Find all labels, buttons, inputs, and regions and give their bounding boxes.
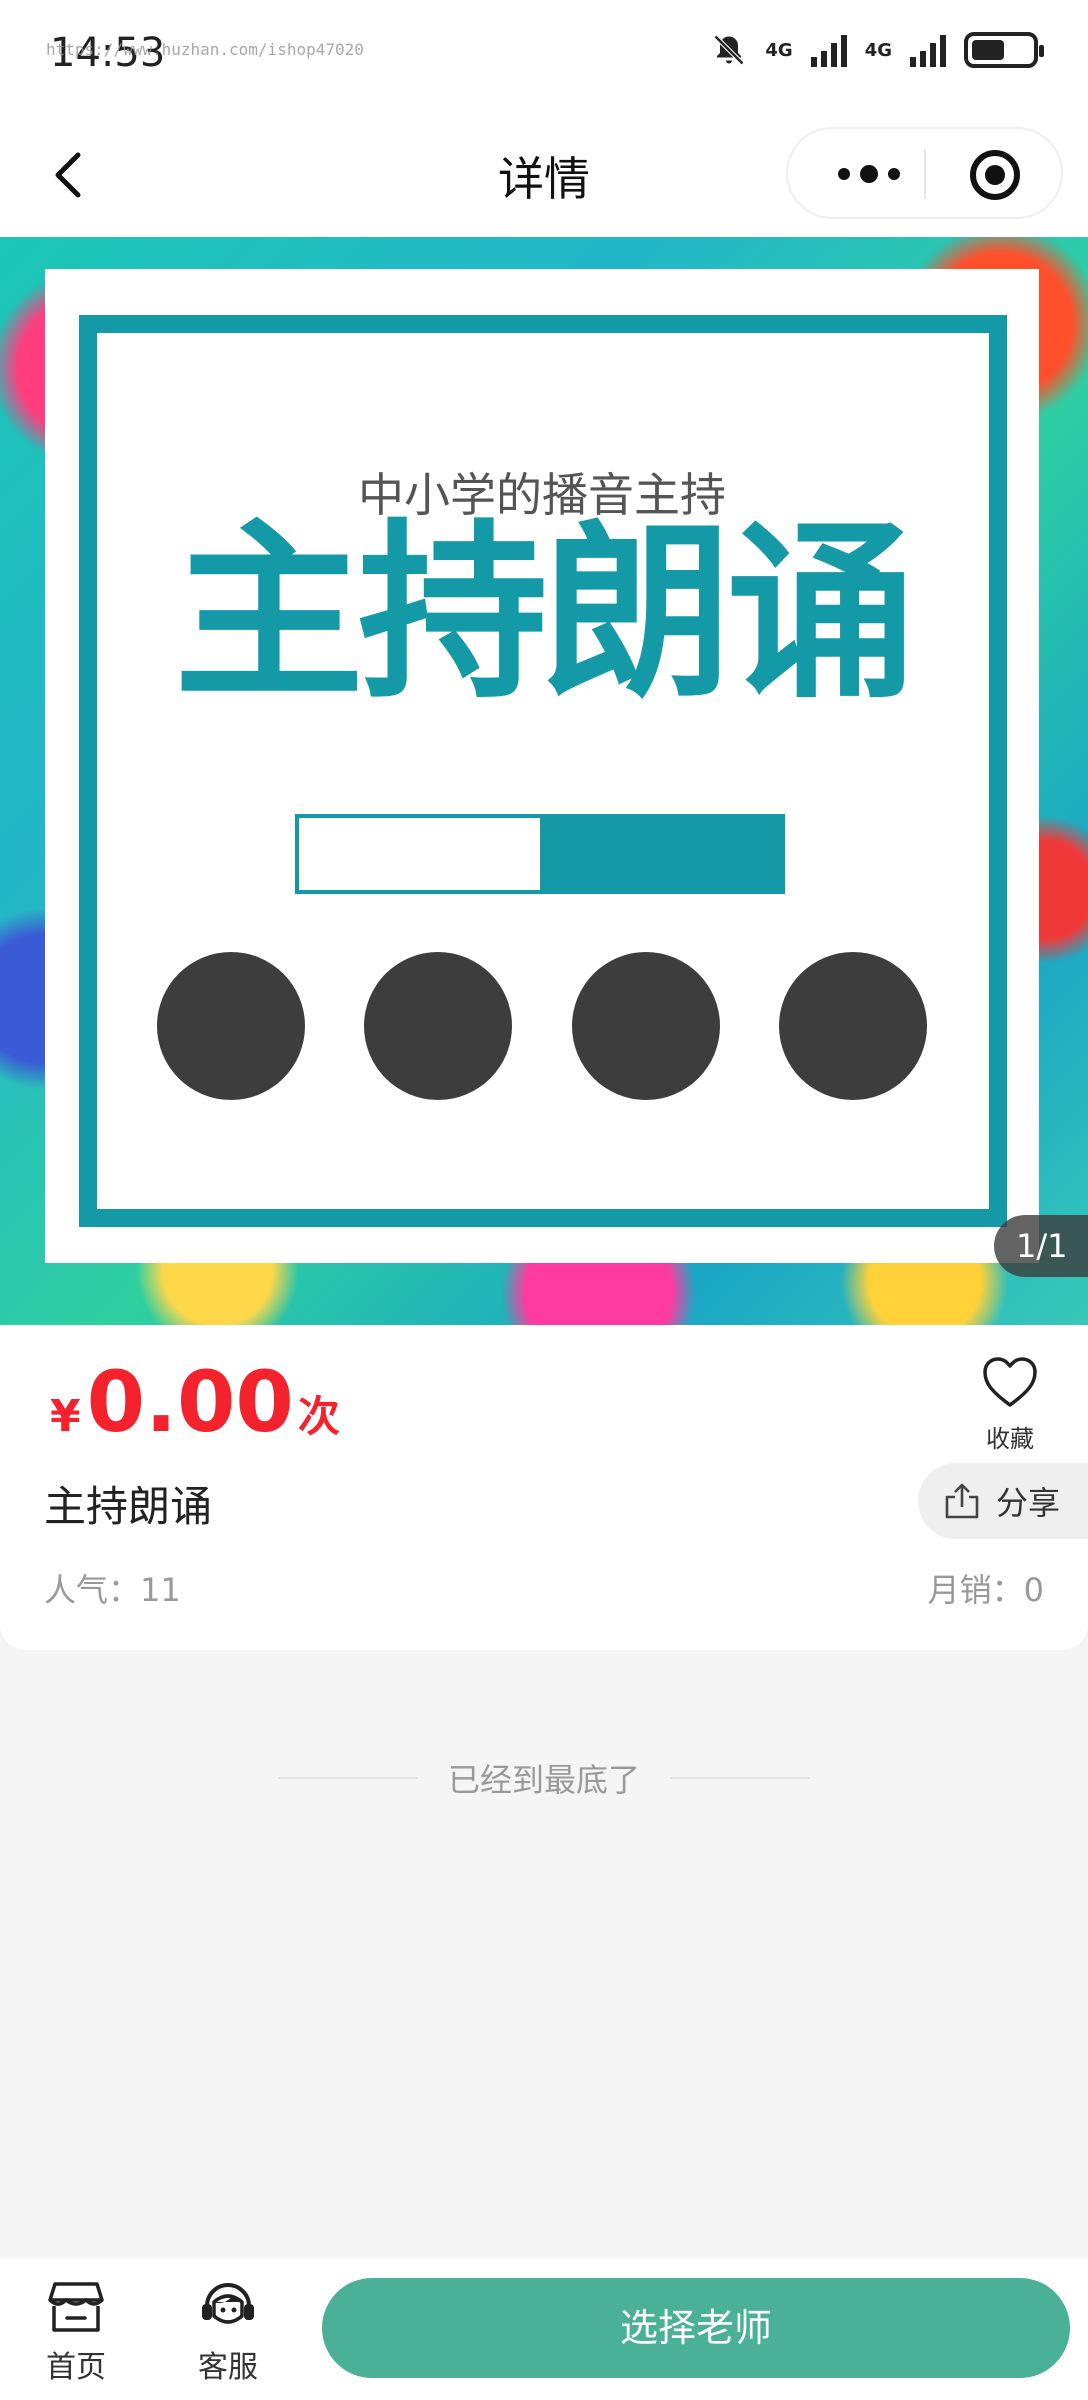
favorite-label: 收藏 bbox=[986, 1425, 1034, 1453]
product-banner[interactable]: 中小学的播音主持 主持朗诵 1/1 bbox=[0, 237, 1088, 1325]
price-value: 0.00 bbox=[86, 1353, 294, 1451]
mute-bell-icon bbox=[714, 34, 745, 66]
image-counter: 1/1 bbox=[994, 1215, 1088, 1277]
status-icons: 4G 4G bbox=[711, 32, 1044, 68]
price: ¥ 0.00 次 bbox=[50, 1353, 340, 1451]
price-unit: 次 bbox=[297, 1392, 340, 1441]
network-type-1: 4G bbox=[765, 39, 793, 61]
status-bar: 14:53 https://www.huzhan.com/ishop47020 … bbox=[0, 0, 1088, 115]
product-info-card: ¥ 0.00 次 收藏 主持朗诵 分享 人气：11 月销：0 bbox=[0, 1325, 1088, 1650]
share-button[interactable]: 分享 bbox=[918, 1463, 1088, 1539]
poster-dot bbox=[364, 952, 513, 1100]
poster-image: 中小学的播音主持 主持朗诵 bbox=[45, 269, 1039, 1263]
home-tab[interactable]: 首页 bbox=[16, 2276, 136, 2386]
poster-main-title: 主持朗诵 bbox=[173, 503, 916, 724]
poster-progress-fill bbox=[540, 818, 781, 890]
poster-progress-bar bbox=[295, 814, 785, 894]
bottom-action-bar: 首页 客服 选择老师 bbox=[0, 2258, 1088, 2400]
url-watermark: https://www.huzhan.com/ishop47020 bbox=[46, 40, 364, 59]
signal-icon-1 bbox=[810, 33, 847, 67]
poster-dot bbox=[778, 952, 927, 1100]
signal-icon-2 bbox=[910, 33, 946, 67]
home-label: 首页 bbox=[46, 2350, 106, 2385]
close-target-icon[interactable] bbox=[968, 148, 1022, 202]
battery-level bbox=[972, 40, 1004, 60]
poster-dot bbox=[157, 952, 305, 1100]
nav-bar: 详情 bbox=[0, 115, 1088, 237]
heart-icon bbox=[983, 1357, 1037, 1407]
select-teacher-button[interactable]: 选择老师 bbox=[322, 2278, 1070, 2378]
service-label: 客服 bbox=[198, 2350, 258, 2385]
more-icon[interactable] bbox=[824, 151, 914, 197]
popularity: 人气：11 bbox=[44, 1571, 181, 1609]
divider-line bbox=[277, 1777, 418, 1779]
poster-dots bbox=[157, 952, 927, 1100]
share-label: 分享 bbox=[996, 1484, 1061, 1522]
share-icon bbox=[945, 1483, 979, 1519]
price-currency: ¥ bbox=[50, 1391, 81, 1442]
network-type-2: 4G bbox=[864, 39, 892, 61]
mini-program-capsule bbox=[786, 127, 1063, 219]
headset-icon bbox=[202, 2283, 254, 2324]
capsule-divider bbox=[924, 149, 926, 199]
favorite-button[interactable]: 收藏 bbox=[970, 1355, 1050, 1454]
poster-dot bbox=[571, 952, 720, 1100]
end-note-text: 已经到最底了 bbox=[447, 1761, 640, 1799]
end-of-list-note: 已经到最底了 bbox=[0, 1755, 1088, 1801]
divider-line bbox=[670, 1777, 810, 1779]
product-title: 主持朗诵 bbox=[44, 1482, 213, 1531]
customer-service-tab[interactable]: 客服 bbox=[168, 2276, 288, 2386]
store-icon bbox=[48, 2282, 104, 2332]
monthly-sales: 月销：0 bbox=[927, 1571, 1044, 1609]
battery-icon bbox=[964, 32, 1044, 68]
